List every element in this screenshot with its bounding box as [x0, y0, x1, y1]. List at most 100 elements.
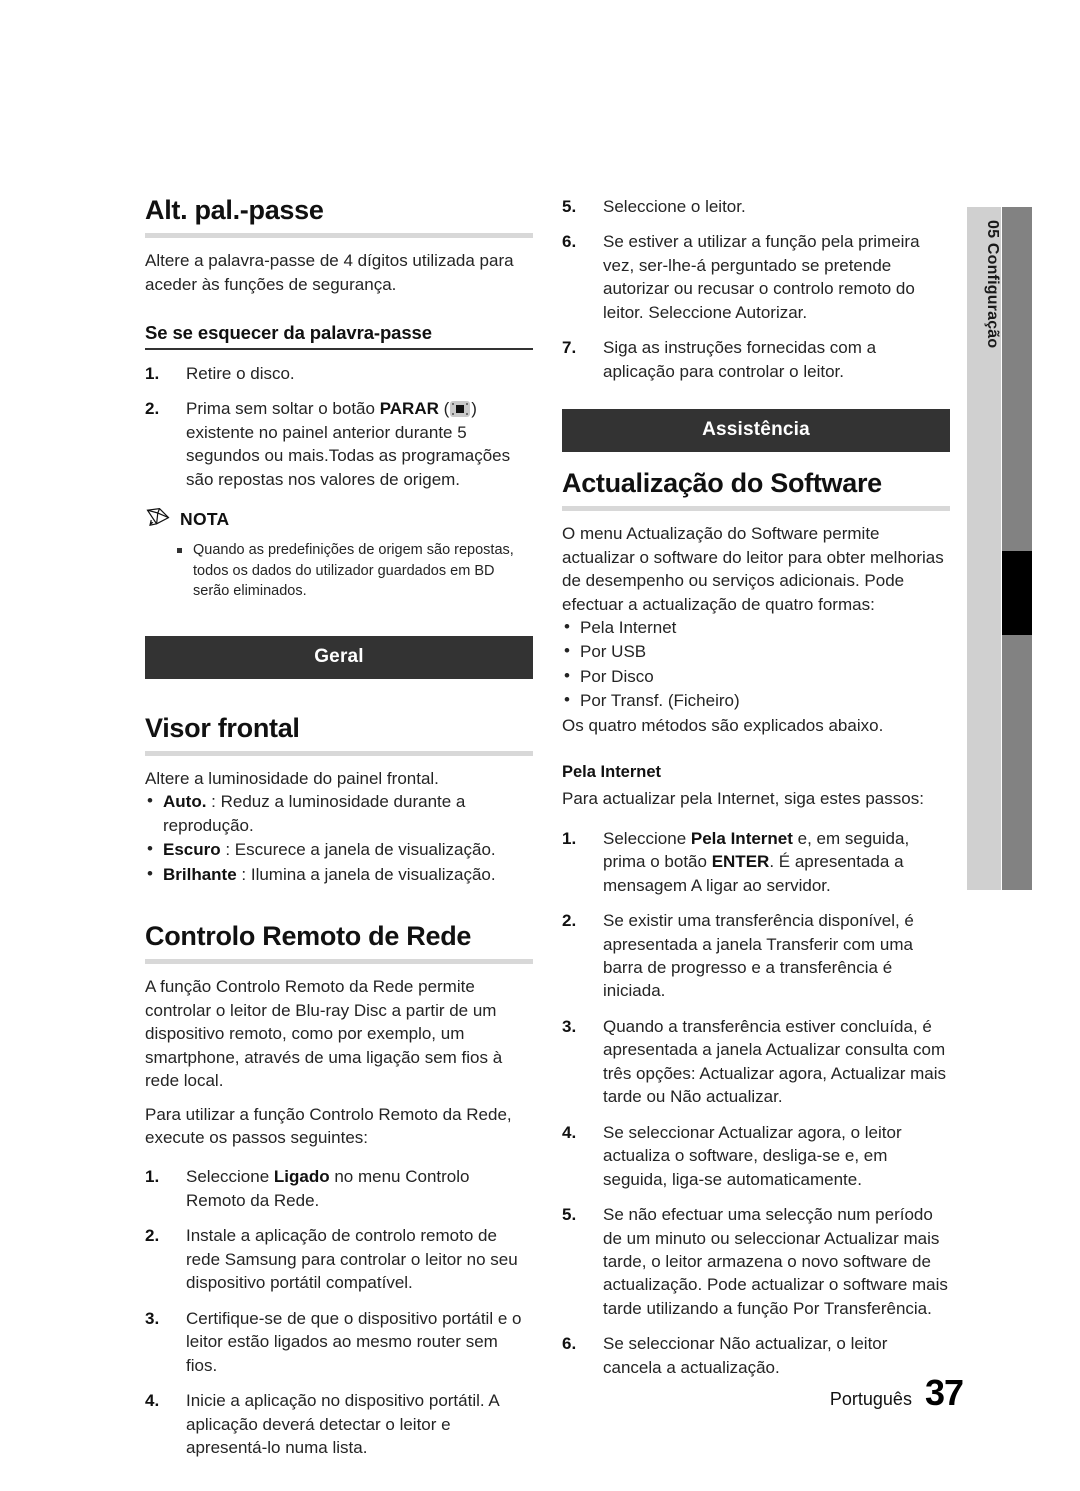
step-seg1: Seleccione [603, 828, 691, 848]
step-number: 4. [562, 1122, 577, 1142]
step-text: Retire o disco. [186, 363, 295, 383]
step-number: 1. [562, 828, 577, 848]
step-text: Se seleccionar Não actualizar, o leitor … [603, 1334, 888, 1377]
step-text: Se existir uma transferência disponível,… [603, 911, 914, 1001]
internet-update-steps: 1. Seleccione Pela Internet e, em seguida… [562, 827, 950, 1380]
step-text: Quando a transferência estiver concluída… [603, 1016, 946, 1107]
section-banner-geral: Geral [145, 635, 533, 679]
option-label: Escuro [163, 840, 221, 860]
list-item: 1. Seleccione Pela Internet e, em seguida… [562, 827, 950, 897]
step-text: Se seleccionar Actualizar agora, o leito… [603, 1122, 902, 1189]
manual-page: Alt. pal.-passe Altere a palavra-passe d… [0, 0, 1080, 1491]
step-number: 1. [145, 1167, 160, 1187]
page-title: Alt. pal.-passe [145, 195, 324, 225]
remote-paragraph-1: A função Controlo Remoto da Rede permite… [145, 977, 503, 1091]
update-methods: Pela Internet Por USB Por Disco Por Tran… [562, 615, 950, 713]
list-item: 2. Prima sem soltar o botão PARAR () exis… [145, 397, 533, 491]
page-number: 37 [924, 1372, 964, 1413]
subsection-rule [145, 347, 533, 350]
pela-internet-label: Pela Internet [690, 828, 793, 848]
step-number: 7. [562, 338, 577, 358]
step-number: 5. [562, 197, 577, 216]
list-item: Auto. : Reduz a luminosidade durante a r… [145, 789, 533, 837]
step-number: 6. [562, 232, 577, 252]
page-footer: Português 37 [0, 1372, 964, 1414]
paren-open: ( [438, 399, 450, 419]
heading-rule [562, 506, 950, 512]
list-item: 2. Instale a aplicação de controlo remoto… [145, 1224, 533, 1294]
step-text-after: existente no painel anterior durante 5 s… [186, 422, 511, 489]
enter-label: ENTER [711, 852, 770, 872]
paren-close: ) [471, 399, 477, 419]
heading-rule [145, 959, 533, 965]
remote-paragraph-2: Para utilizar a função Controlo Remoto d… [145, 1104, 512, 1148]
visor-frontal-title: Visor frontal [145, 712, 300, 743]
pela-internet-intro: Para actualizar pela Internet, siga este… [562, 789, 924, 809]
option-label: Brilhante [163, 864, 237, 884]
list-item: 6. Se estiver a utilizar a função pela pr… [562, 230, 950, 324]
subsection-title: Se se esquecer da palavra-passe [145, 321, 432, 343]
actualizacao-software-title: Actualização do Software [562, 468, 882, 499]
software-intro: O menu Actualização do Software permite … [562, 524, 944, 614]
note-label: NOTA [180, 508, 230, 529]
chapter-tab-marker [1002, 551, 1032, 635]
step-text: Se estiver a utilizar a função pela prim… [603, 232, 920, 322]
list-item: 3. Quando a transferência estiver concluí… [562, 1015, 950, 1109]
chapter-tab-light: 05 Configuração [967, 207, 1001, 890]
list-item: 3. Certifique-se de que o dispositivo por… [145, 1307, 533, 1377]
chapter-tab-label: 05 Configuração [984, 220, 1001, 349]
step-text-before: Prima sem soltar o botão [186, 399, 380, 419]
heading-rule [145, 233, 533, 239]
remote-steps: 1. Seleccione Ligado no menu Controlo Rem… [145, 1165, 533, 1459]
list-item: Por USB [562, 639, 950, 663]
list-item: Por Disco [562, 664, 950, 688]
visor-options: Auto. : Reduz a luminosidade durante a r… [145, 789, 533, 886]
chapter-tab-dark [1002, 207, 1032, 890]
list-item: Escuro : Escurece a janela de visualizaç… [145, 837, 533, 861]
ligado-label: Ligado [273, 1167, 330, 1187]
controlo-remoto-title: Controlo Remoto de Rede [145, 921, 472, 952]
step-number: 3. [145, 1308, 160, 1328]
step-number: 1. [145, 363, 160, 383]
list-item: 5. Seleccione o leitor. [562, 195, 950, 218]
step-text: Siga as instruções fornecidas com a apli… [603, 338, 877, 381]
pencil-icon [145, 507, 171, 531]
list-item: 1. Retire o disco. [145, 362, 533, 385]
list-item: 5. Se não efectuar uma selecção num perío… [562, 1203, 950, 1320]
pela-internet-subtitle: Pela Internet [562, 763, 662, 782]
step-text-before: Seleccione [186, 1167, 274, 1187]
step-text: Se não efectuar uma selecção num período… [603, 1205, 948, 1318]
list-item: Brilhante : Ilumina a janela de visualiz… [145, 862, 533, 886]
list-item: 7. Siga as instruções fornecidas com a ap… [562, 336, 950, 383]
list-item: 1. Seleccione Ligado no menu Controlo Rem… [145, 1165, 533, 1212]
step-number: 5. [562, 1205, 577, 1225]
list-item: Pela Internet [562, 615, 950, 639]
left-column: Alt. pal.-passe Altere a palavra-passe d… [145, 195, 533, 1459]
step-text: Certifique-se de que o dispositivo portá… [186, 1308, 522, 1375]
language-label: Português [829, 1389, 912, 1409]
note-header: NOTA [145, 507, 533, 531]
software-closing: Os quatro métodos são explicados abaixo. [562, 715, 884, 735]
step-number: 2. [145, 399, 160, 419]
step-number: 6. [562, 1334, 577, 1354]
list-item: Por Transf. (Ficheiro) [562, 688, 950, 712]
remote-steps-continued: 5. Seleccione o leitor. 6. Se estiver a ut… [562, 195, 950, 383]
step-text: Instale a aplicação de controlo remoto d… [186, 1226, 518, 1293]
list-item: Quando as predefinições de origem são re… [177, 540, 533, 602]
list-item: 2. Se existir uma transferência disponíve… [562, 909, 950, 1003]
parar-label: PARAR [379, 399, 439, 419]
visor-intro: Altere a luminosidade do painel frontal. [145, 769, 439, 788]
option-label: Auto. [163, 792, 207, 812]
heading-rule [145, 751, 533, 756]
step-number: 2. [562, 911, 577, 931]
right-column: 5. Seleccione o leitor. 6. Se estiver a ut… [562, 195, 950, 1379]
step-text: Seleccione o leitor. [603, 197, 746, 216]
step-number: 3. [562, 1016, 577, 1036]
note-items: Quando as predefinições de origem são re… [145, 540, 533, 602]
password-reset-steps: 1. Retire o disco. 2. Prima sem soltar o b… [145, 362, 533, 491]
intro-paragraph: Altere a palavra-passe de 4 dígitos util… [145, 251, 514, 294]
section-banner-assistencia: Assistência [562, 409, 950, 453]
option-desc: : Reduz a luminosidade durante a reprodu… [163, 792, 466, 835]
list-item: 4. Se seleccionar Actualizar agora, o lei… [562, 1121, 950, 1191]
option-desc: : Escurece a janela de visualização. [220, 840, 496, 860]
